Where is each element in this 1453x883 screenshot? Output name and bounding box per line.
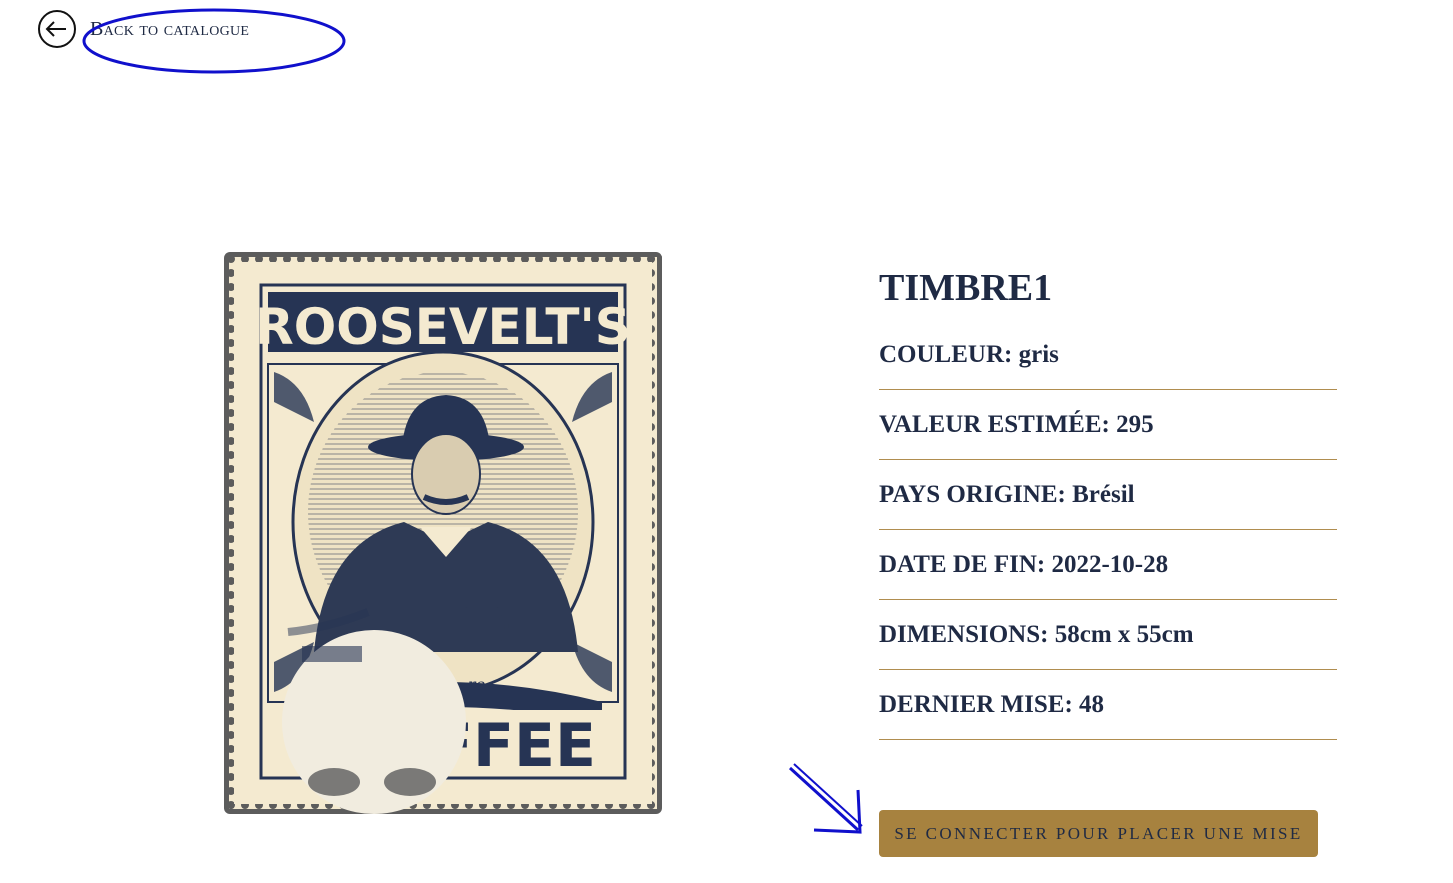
detail-label: COULEUR:: [879, 340, 1013, 368]
detail-label: PAYS ORIGINE:: [879, 480, 1066, 508]
stamp-image: ROOSEVELT'S re FFEE: [224, 252, 662, 814]
detail-value: 58cm x 55cm: [1054, 620, 1194, 648]
detail-label: DERNIER MISE:: [879, 690, 1073, 718]
detail-value: 2022-10-28: [1051, 550, 1169, 578]
login-to-bid-button[interactable]: Se connecter pour placer une mise: [879, 810, 1318, 857]
stamp-script-text: re: [468, 675, 485, 694]
product-title: TIMBRE1: [879, 267, 1053, 309]
stamp-details: TIMBRE1 COULEUR: gris VALEUR ESTIMÉE: 29…: [879, 262, 1337, 740]
detail-label: DIMENSIONS:: [879, 620, 1049, 648]
back-label: Back to catalogue: [90, 17, 250, 40]
detail-label: VALEUR ESTIMÉE:: [879, 410, 1110, 438]
detail-value: gris: [1018, 340, 1059, 368]
detail-row-pays: PAYS ORIGINE: Brésil: [879, 460, 1337, 530]
detail-row-mise: DERNIER MISE: 48: [879, 670, 1337, 740]
detail-row-couleur: COULEUR: gris: [879, 320, 1337, 390]
detail-value: Brésil: [1072, 480, 1135, 508]
back-to-catalogue-link[interactable]: Back to catalogue: [36, 8, 249, 50]
detail-value: 48: [1079, 690, 1105, 718]
arrow-left-circle-icon[interactable]: [36, 8, 78, 50]
detail-label: DATE DE FIN:: [879, 550, 1046, 578]
detail-row-dimensions: DIMENSIONS: 58cm x 55cm: [879, 600, 1337, 670]
detail-row-valeur: VALEUR ESTIMÉE: 295: [879, 390, 1337, 460]
annotation-arrow-icon: [788, 763, 863, 834]
stamp-top-text: ROOSEVELT'S: [255, 298, 631, 356]
detail-value: 295: [1116, 410, 1154, 438]
detail-row-date: DATE DE FIN: 2022-10-28: [879, 530, 1337, 600]
